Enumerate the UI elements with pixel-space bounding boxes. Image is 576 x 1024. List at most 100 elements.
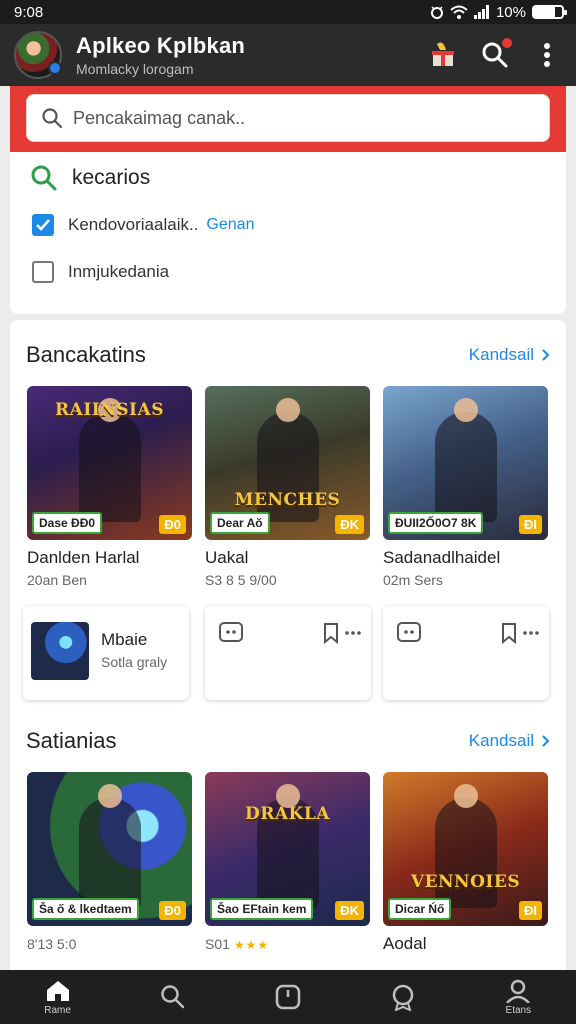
see-all-link[interactable]: Kandsail [469,731,550,751]
game-controller-icon [219,622,243,642]
game-thumbnail: ĐUII2Ő0O7 8K ĐI [383,386,548,540]
see-all-label: Kandsail [468,731,534,750]
card-meta: S01 ★★★ [205,936,370,952]
section-title: Bancakatins [26,342,146,367]
recent-item-label: Kendovoriaalaik.. [68,215,199,234]
rewards-button[interactable] [428,40,458,70]
rating-stars-icon: ★★★ [233,938,270,952]
tag-right: Đ0 [159,901,186,920]
more-horizontal-icon[interactable] [523,631,539,635]
nav-clock[interactable] [248,983,328,1011]
see-all-link[interactable]: Kandsail [469,345,550,365]
recent-item-link[interactable]: Genan [206,216,254,234]
mini-card-title: Mbaie [101,630,148,649]
search-bar[interactable] [26,94,550,142]
nav-search[interactable] [133,984,213,1010]
app-bar: Aplkeo Kplbkan Momlacky lorogam [0,24,576,86]
recent-item-label: Inmjukedania [68,262,170,281]
wifi-icon [450,5,468,19]
tag-left: Dase ĐĐ0 [32,512,103,534]
notification-dot [502,38,512,48]
badge-icon [392,984,414,1011]
tag-right: ĐK [335,515,364,534]
clock-icon [275,984,301,1010]
card-meta: S3 8 5 9/00 [205,572,277,588]
search-input[interactable] [73,107,513,129]
alarm-icon [430,6,443,19]
nav-label: Rame [44,1004,71,1016]
game-thumbnail: RAIINSIAS Dase ĐĐ0 Đ0 [27,386,192,540]
game-thumbnail: MENCHES Dear Aŏ ĐK [205,386,370,540]
status-icons: 10% [430,3,567,21]
game-controller-icon [397,622,421,642]
nav-home[interactable]: Rame [18,979,98,1016]
recent-item-checkbox[interactable] [32,261,54,283]
game-card[interactable]: MENCHES Dear Aŏ ĐK Uakal S3 8 5 9/00 [205,386,370,588]
content-feed: Bancakatins Kandsail RAIINSIAS Dase ĐĐ0 … [10,320,566,970]
recent-item-checkbox[interactable] [32,214,54,236]
status-time: 9:08 [14,3,44,21]
battery-icon [532,5,567,19]
card-name: Danlden Harlal [27,548,140,567]
chevron-right-icon [542,735,550,747]
card-meta: 20an Ben [27,572,87,588]
bottom-nav: Rame Etans [0,970,576,1024]
search-icon [161,985,185,1009]
mini-game-thumbnail [31,622,89,680]
mini-game-card[interactable]: Mbaie Sotla graly [23,606,189,700]
app-bar-actions [428,38,562,70]
nav-profile[interactable]: Etans [478,979,558,1016]
home-icon [46,980,69,1001]
bookmark-icon[interactable] [501,622,517,644]
game-card[interactable]: VENNOIES Dicar Ńő ĐI Aodal [383,772,548,954]
game-card[interactable]: RAIINSIAS Dase ĐĐ0 Đ0 Danlden Harlal 20a… [27,386,192,588]
card-meta-text: S01 [205,936,230,952]
tag-right: Đ0 [159,515,186,534]
placeholder-actions [501,622,539,644]
game-card[interactable]: ĐUII2Ő0O7 8K ĐI Sadanadlhaidel 02m Sers [383,386,548,588]
verified-badge-icon [48,61,62,75]
game-thumbnail: DRAKLA Šao EFtain kem ĐK [205,772,370,926]
status-bar: 9:08 10% [0,0,576,24]
app-title: Aplkeo Kplbkan [76,33,246,58]
app-subtitle: Momlacky lorogam [76,61,194,77]
section-header: Satianias Kandsail [26,728,550,754]
nav-label: Etans [505,1004,532,1016]
tag-right: ĐI [519,901,542,920]
gift-icon [432,42,454,66]
check-icon [36,219,50,231]
game-card[interactable]: Ša ő & lkedtaem Đ0 8'13 5:0 [27,772,192,952]
battery-percent: 10% [495,3,526,21]
avatar[interactable] [14,31,62,79]
tag-right: ĐI [519,515,542,534]
tag-right: ĐK [335,901,364,920]
recent-search-icon [31,165,57,191]
placeholder-card[interactable] [383,606,549,700]
signal-icon [473,5,489,19]
search-button[interactable] [480,38,512,70]
card-name: Sadanadlhaidel [383,548,501,567]
placeholder-actions [323,622,361,644]
recent-item[interactable]: Kendovoriaalaik.. Genan [32,214,254,236]
recent-item[interactable]: Inmjukedania [32,261,169,283]
art-title: MENCHES [234,490,341,510]
recent-header: kecarios [30,164,150,192]
tag-left: ĐUII2Ő0O7 8K [388,512,484,534]
nav-badge[interactable] [363,983,443,1011]
section-title: Satianias [26,728,117,753]
card-name: Aodal [383,934,427,953]
game-thumbnail: Ša ő & lkedtaem Đ0 [27,772,192,926]
overflow-menu-button[interactable] [532,40,562,70]
art-title: DRAKLA [245,804,330,824]
game-card[interactable]: DRAKLA Šao EFtain kem ĐK S01 ★★★ [205,772,370,952]
card-meta: 02m Sers [383,572,443,588]
more-horizontal-icon[interactable] [345,631,361,635]
bookmark-icon[interactable] [323,622,339,644]
placeholder-card[interactable] [205,606,371,700]
more-vertical-icon [544,43,550,67]
app-titles: Aplkeo Kplbkan Momlacky lorogam [76,33,428,77]
search-icon [42,108,63,129]
profile-icon [506,979,531,1003]
art-title: RAIINSIAS [55,400,164,420]
see-all-label: Kandsail [468,345,534,364]
